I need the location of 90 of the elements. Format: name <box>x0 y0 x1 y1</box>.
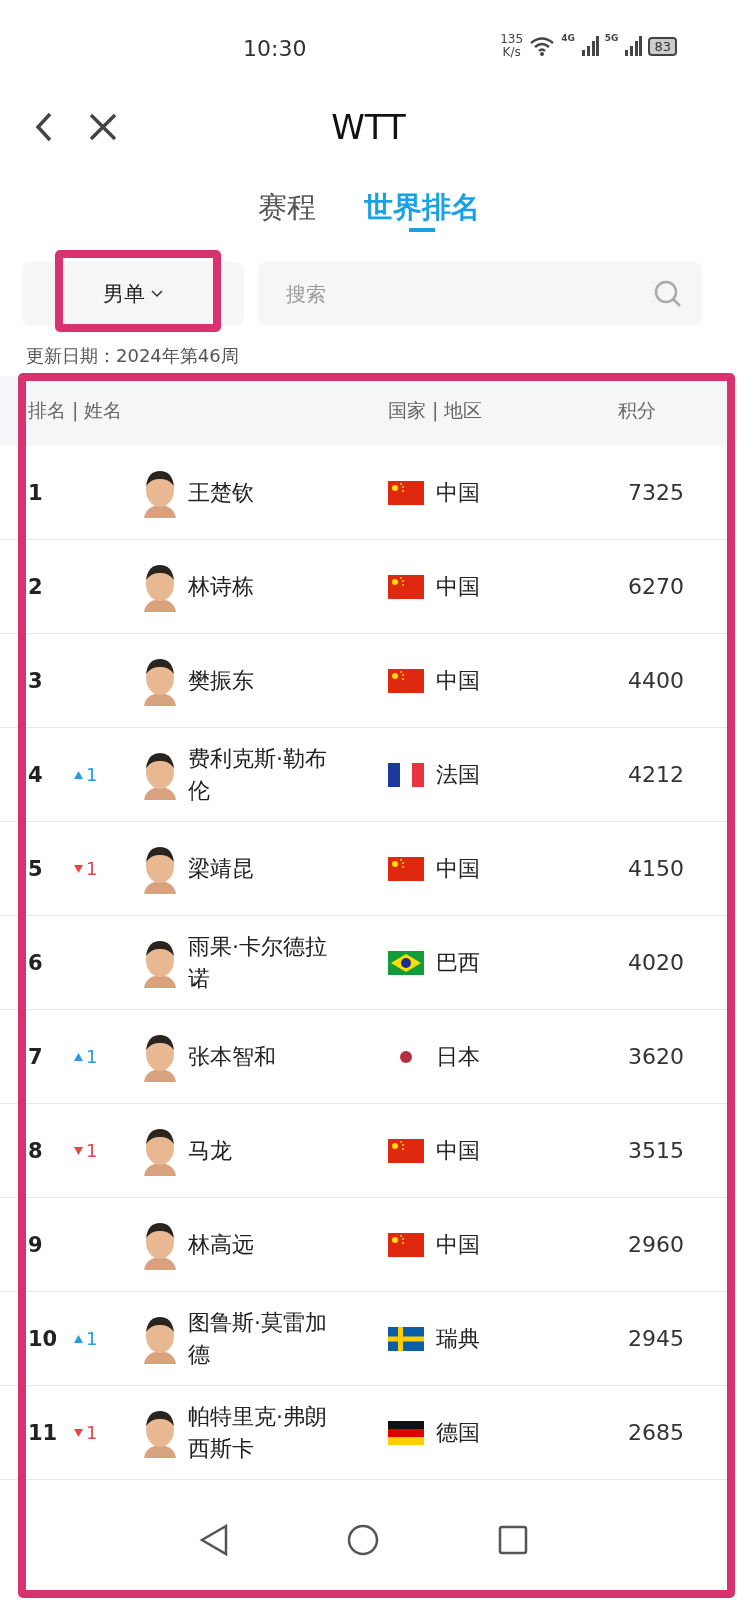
country-name: 德国 <box>436 1418 481 1447</box>
change-amount: 1 <box>86 1328 98 1349</box>
up-triangle-icon <box>74 1052 83 1061</box>
country-name: 中国 <box>436 666 481 695</box>
up-triangle-icon <box>74 1334 83 1343</box>
rank-number: 5 <box>27 856 44 881</box>
flag-icon <box>388 574 424 599</box>
down-triangle-icon <box>74 1428 83 1437</box>
update-date: 更新日期：2024年第46周 <box>25 344 240 368</box>
flag-icon <box>388 1138 424 1163</box>
change-amount: 1 <box>86 858 98 879</box>
back-button[interactable] <box>34 111 54 143</box>
flag-icon <box>388 1232 424 1257</box>
search-field[interactable]: 搜索 <box>258 262 702 326</box>
rank-number: 6 <box>27 950 44 975</box>
down-triangle-icon <box>74 864 83 873</box>
country-name: 中国 <box>436 1230 481 1259</box>
player-name: 林诗栋 <box>187 572 255 601</box>
player-name: 费利克斯·勒布伦 <box>187 744 328 805</box>
player-name: 林高远 <box>187 1230 255 1259</box>
rank-number: 4 <box>27 762 44 787</box>
network-label: 4G <box>561 33 575 43</box>
points-value: 6270 <box>627 574 684 599</box>
flag-icon <box>388 480 424 505</box>
signal-icon <box>580 36 599 56</box>
country-name: 中国 <box>436 854 481 883</box>
down-triangle-icon <box>74 1146 83 1155</box>
player-name: 张本智和 <box>187 1042 277 1071</box>
change-amount: 1 <box>86 764 98 785</box>
clock-time: 10:30 <box>243 36 307 61</box>
player-name: 梁靖昆 <box>187 854 255 883</box>
country-name: 日本 <box>436 1042 481 1071</box>
home-nav-button[interactable] <box>347 1524 380 1556</box>
points-value: 7325 <box>627 480 684 505</box>
category-dropdown[interactable]: 男单 <box>22 262 244 326</box>
flag-icon <box>388 1420 424 1445</box>
points-value: 2960 <box>627 1232 684 1257</box>
change-amount: 1 <box>86 1422 98 1443</box>
rank-number: 1 <box>27 480 44 505</box>
points-value: 4020 <box>627 950 684 975</box>
search-icon <box>654 280 682 308</box>
wifi-icon <box>529 36 556 56</box>
country-name: 法国 <box>436 760 481 789</box>
rank-number: 9 <box>27 1232 44 1257</box>
country-name: 中国 <box>436 478 481 507</box>
country-name: 巴西 <box>436 948 481 977</box>
column-header: 排名 | 姓名 <box>27 398 124 424</box>
close-button[interactable] <box>88 112 118 142</box>
tab[interactable]: 赛程 <box>257 184 316 236</box>
up-triangle-icon <box>74 770 83 779</box>
battery-level: 83 <box>648 36 677 56</box>
change-amount: 1 <box>86 1046 98 1067</box>
points-value: 4212 <box>627 762 684 787</box>
rank-number: 7 <box>27 1044 44 1069</box>
country-name: 中国 <box>436 1136 481 1165</box>
player-name: 樊振东 <box>187 666 255 695</box>
network-label: 5G <box>604 33 619 43</box>
signal-icon <box>624 36 643 56</box>
points-value: 3620 <box>627 1044 684 1069</box>
player-name: 图鲁斯·莫雷加德 <box>187 1308 328 1369</box>
change-amount: 1 <box>86 1140 98 1161</box>
recents-nav-button[interactable] <box>497 1525 528 1555</box>
flag-icon <box>388 762 424 787</box>
player-name: 帕特里克·弗朗西斯卡 <box>187 1402 328 1463</box>
country-name: 中国 <box>436 572 481 601</box>
points-value: 3515 <box>627 1138 684 1163</box>
flag-icon <box>388 856 424 881</box>
country-name: 瑞典 <box>436 1324 481 1353</box>
rank-number: 3 <box>27 668 44 693</box>
caret-icon <box>151 290 163 298</box>
rank-number: 10 <box>27 1326 59 1351</box>
rank-number: 8 <box>27 1138 44 1163</box>
points-value: 2685 <box>627 1420 684 1445</box>
column-header: 国家 | 地区 <box>388 398 484 424</box>
column-header: 积分 <box>618 398 656 423</box>
flag-icon <box>388 950 424 975</box>
points-value: 2945 <box>627 1326 684 1351</box>
speed-unit: K/s <box>502 46 521 59</box>
flag-icon <box>388 1326 424 1351</box>
points-value: 4400 <box>627 668 684 693</box>
speed-value: 135 <box>500 33 524 46</box>
flag-icon <box>388 668 424 693</box>
points-value: 4150 <box>627 856 684 881</box>
player-name: 王楚钦 <box>187 478 255 507</box>
rank-number: 11 <box>27 1420 59 1445</box>
player-name: 马龙 <box>187 1136 233 1165</box>
rank-number: 2 <box>27 574 44 599</box>
page-title: WTT <box>330 107 407 147</box>
back-nav-button[interactable] <box>199 1523 230 1557</box>
player-name: 雨果·卡尔德拉诺 <box>187 932 328 993</box>
